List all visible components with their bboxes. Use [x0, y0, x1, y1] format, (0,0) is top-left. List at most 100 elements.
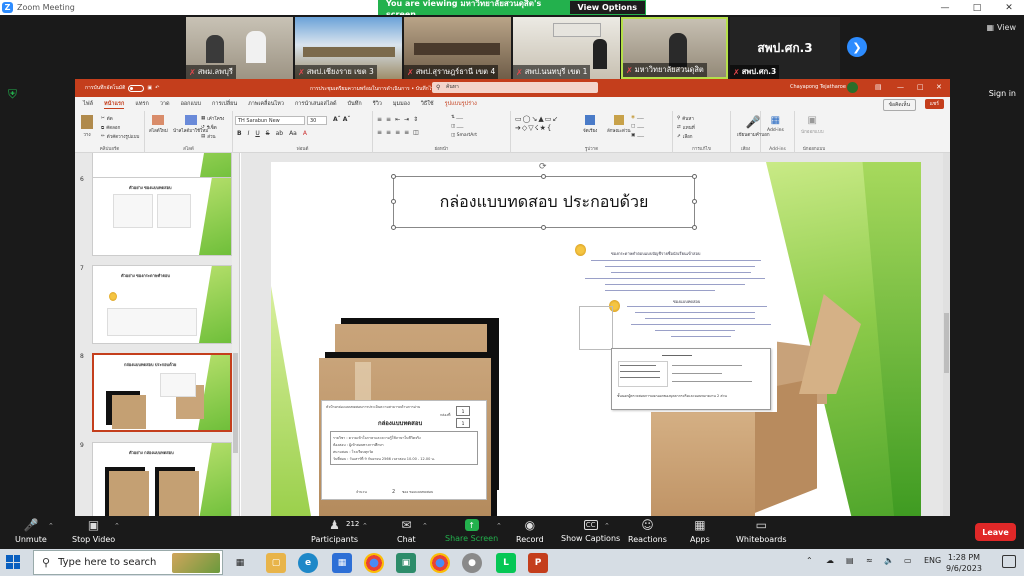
network-icon[interactable]: ▤ [846, 556, 854, 565]
store-icon[interactable]: ▦ [332, 553, 352, 573]
captions-caret[interactable]: ⌃ [604, 522, 610, 530]
smartart-button[interactable]: ◫ SmartArt [451, 133, 477, 138]
tab-transitions[interactable]: การเปลี่ยน [212, 100, 237, 108]
chrome-icon[interactable] [364, 553, 384, 573]
reactions-button[interactable]: ☺ Reactions [628, 518, 667, 544]
tab-shape-format[interactable]: รูปแบบรูปร่าง [445, 100, 477, 108]
unmute-button[interactable]: 🎤 Unmute [15, 518, 47, 544]
undo-icon[interactable]: ↶ [155, 85, 159, 91]
columns-icon[interactable]: ◫ [413, 129, 419, 136]
line-icon[interactable]: L [496, 553, 516, 573]
numbering-icon[interactable]: ≡ [386, 116, 391, 123]
participants-caret[interactable]: ⌃ [362, 522, 368, 530]
font-name-select[interactable]: TH Sarabun New [235, 116, 305, 125]
ppt-minimize-icon[interactable]: — [897, 83, 904, 91]
ppt-search-input[interactable]: ⚲ ค้นหา [432, 82, 598, 93]
minimize-icon[interactable]: — [930, 0, 960, 15]
participant-tile[interactable]: สพป.ศก.3 ✗ สพป.ศก.3 [730, 17, 840, 79]
slide[interactable]: ⟳ กล่องแบบทดสอบ ประกอบด้วย หัวป้ายกล่องแ… [271, 162, 921, 516]
align-left-icon[interactable]: ≡ [377, 129, 382, 136]
addins-button[interactable]: ▦ Add-ins [767, 115, 784, 133]
whiteboards-button[interactable]: ▭ Whiteboards [736, 518, 787, 544]
sign-in-link[interactable]: Sign in [989, 89, 1016, 98]
share-caret[interactable]: ⌃ [496, 522, 502, 530]
next-participants-button[interactable]: ❯ [847, 37, 867, 57]
ppt-maximize-icon[interactable]: □ [917, 83, 924, 91]
align-center-icon[interactable]: ≡ [386, 129, 391, 136]
text-direction-button[interactable]: ⇅ ___ [451, 115, 463, 120]
app-icon[interactable]: ▣ [396, 553, 416, 573]
ppt-close-icon[interactable]: ✕ [936, 83, 942, 91]
file-explorer-icon[interactable]: ▢ [266, 553, 286, 573]
bullets-icon[interactable]: ≡ [377, 116, 382, 123]
paste-button[interactable]: วาง [81, 115, 93, 138]
app-icon-2[interactable]: ● [462, 553, 482, 573]
tab-draw[interactable]: วาด [160, 100, 170, 108]
grow-font-button[interactable]: Aˆ Aˇ [333, 116, 350, 123]
tab-review[interactable]: รีวิว [373, 100, 382, 108]
taskbar-search-input[interactable]: ⚲ Type here to search [33, 550, 223, 575]
apps-button[interactable]: ▦ Apps [690, 518, 710, 544]
shape-effects-button[interactable]: ▣ ___ [631, 133, 644, 138]
quick-styles-button[interactable]: ลักษณะด่วน [607, 115, 631, 134]
participant-tile[interactable]: ✗ สพป.สุราษฎร์ธานี เขต 4 [404, 17, 511, 79]
shape-fill-button[interactable]: ◉ ___ [631, 115, 644, 120]
close-icon[interactable]: ✕ [994, 0, 1024, 15]
notification-icon[interactable] [1002, 555, 1016, 568]
tab-record[interactable]: บันทึก [348, 100, 362, 108]
tab-slideshow[interactable]: การนำเสนอสไลด์ [295, 100, 337, 108]
view-options-button[interactable]: View Options [569, 1, 645, 14]
show-captions-button[interactable]: CC Show Captions [561, 518, 620, 543]
autosave-toggle[interactable] [128, 84, 145, 92]
chat-button[interactable]: ✉ Chat [397, 518, 416, 544]
wifi-icon[interactable]: ≈ [866, 556, 873, 565]
comments-button[interactable]: ข้อคิดเห็น [882, 99, 916, 111]
slide-thumbnail[interactable]: ตัวอย่าง ซองแบบทดสอบ [92, 177, 232, 256]
shape-outline-button[interactable]: □ ___ [631, 124, 644, 129]
reset-button[interactable]: ↺ รีเซ็ต [201, 124, 217, 131]
designer-button[interactable]: ▣ นักออกแบบ [801, 115, 824, 135]
slide-thumbnail[interactable]: ตัวอย่าง กล่องแบบทดสอบ [92, 442, 232, 516]
tab-view[interactable]: มุมมอง [393, 100, 410, 108]
ribbon-display-icon[interactable]: ▤ [875, 83, 882, 91]
strikethrough-icon[interactable]: S [266, 130, 270, 137]
layout-button[interactable]: ▦ เค้าโครง [201, 115, 224, 122]
char-spacing-icon[interactable]: ab [276, 130, 284, 137]
canvas-scrollbar[interactable] [943, 153, 950, 516]
maximize-icon[interactable]: □ [962, 0, 992, 15]
chrome-profile-icon[interactable] [430, 553, 450, 573]
tray-chevron-icon[interactable]: ⌃ [806, 556, 813, 565]
thumbnail-scrollbar[interactable] [232, 153, 239, 516]
slide-title-box[interactable]: กล่องแบบทดสอบ ประกอบด้วย [393, 176, 695, 228]
clock[interactable]: 1:28 PM 9/6/2023 [946, 552, 982, 574]
video-options-caret[interactable]: ⌃ [114, 522, 120, 530]
slide-thumbnail-selected[interactable]: กล่องแบบทดสอบ ประกอบด้วย [92, 353, 232, 432]
task-view-icon[interactable]: ▦ [230, 553, 250, 573]
align-right-icon[interactable]: ≡ [395, 129, 400, 136]
volume-icon[interactable]: 🔈 [884, 556, 894, 565]
chat-caret[interactable]: ⌃ [422, 522, 428, 530]
windows-start-icon[interactable] [6, 555, 20, 569]
font-size-select[interactable]: 30 [307, 116, 327, 125]
participant-tile-active-speaker[interactable]: ✗ มหาวิทยาลัยสวนดุสิต [621, 17, 728, 79]
tab-home[interactable]: หน้าแรก [104, 100, 125, 109]
audio-options-caret[interactable]: ⌃ [48, 522, 54, 530]
display-icon[interactable]: ▭ [904, 556, 912, 565]
case-icon[interactable]: Aa [289, 130, 297, 137]
share-screen-button[interactable]: ↑ Share Screen [445, 518, 498, 543]
select-button[interactable]: ⇗ เลือก [677, 133, 693, 140]
increase-indent-icon[interactable]: ⇥ [404, 116, 409, 123]
line-spacing-icon[interactable]: ⇕ [413, 116, 418, 123]
italic-icon[interactable]: I [248, 130, 250, 137]
find-button[interactable]: ⚲ ค้นหา [677, 115, 694, 122]
new-slide-button[interactable]: สไลด์ใหม่ [149, 115, 168, 134]
tray-app-icon[interactable]: ☁ [826, 556, 834, 565]
participant-tile[interactable]: ✗ สพม.ลพบุรี [186, 17, 293, 79]
language-indicator[interactable]: ENG [924, 556, 941, 565]
save-icon[interactable]: ▣ [147, 85, 152, 91]
slide-thumbnail[interactable]: ตัวอย่าง ซองกระดาษคำตอบ [92, 265, 232, 344]
cut-button[interactable]: ✂ ตัด [101, 115, 113, 122]
font-color-icon[interactable]: A [303, 130, 307, 137]
tab-help[interactable]: วิธีใช้ [421, 100, 434, 108]
tab-file[interactable]: ไฟล์ [83, 100, 93, 108]
